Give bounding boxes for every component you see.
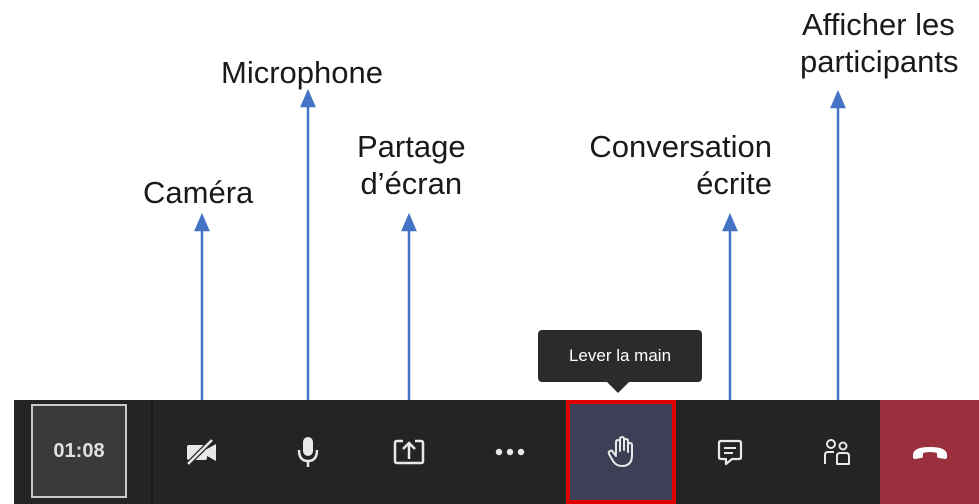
arrow-microphone-head — [300, 88, 316, 108]
participants-icon — [824, 439, 850, 465]
share-screen-icon — [393, 439, 425, 465]
hang-up-button[interactable] — [880, 400, 979, 504]
camera-off-icon — [186, 438, 216, 466]
participants-button[interactable] — [797, 400, 877, 504]
share-screen-button[interactable] — [369, 400, 449, 504]
chat-icon — [717, 439, 743, 466]
microphone-icon — [297, 437, 319, 467]
more-options-icon — [495, 448, 525, 456]
toolbar-divider — [151, 400, 153, 504]
raise-hand-tooltip: Lever la main — [538, 330, 702, 382]
more-options-button[interactable] — [470, 400, 550, 504]
arrow-camera-head — [194, 212, 210, 232]
microphone-button[interactable] — [268, 400, 348, 504]
arrow-chat-head — [722, 212, 738, 232]
arrow-participants-head — [830, 89, 846, 109]
call-timer: 01:08 — [31, 404, 127, 498]
hang-up-icon — [912, 447, 947, 459]
raise-hand-button[interactable] — [566, 400, 676, 504]
camera-button[interactable] — [162, 400, 242, 504]
meeting-toolbar: 01:08 — [14, 400, 979, 504]
raise-hand-icon — [607, 436, 633, 467]
tooltip-pointer — [606, 381, 630, 393]
chat-button[interactable] — [690, 400, 770, 504]
arrow-screen-share-head — [401, 212, 417, 232]
